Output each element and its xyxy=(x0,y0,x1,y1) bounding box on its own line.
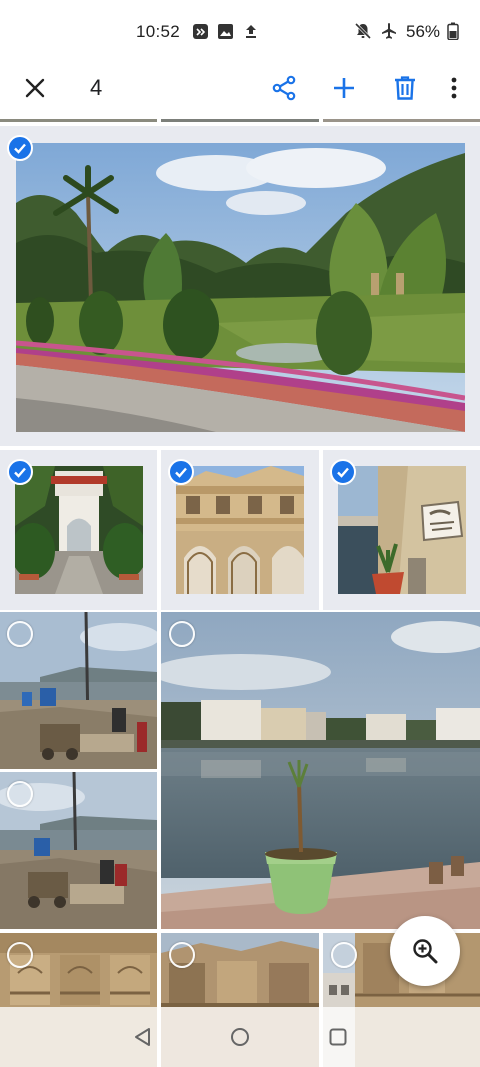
selected-check-icon[interactable] xyxy=(7,459,33,485)
delete-button[interactable] xyxy=(383,66,427,110)
status-bar: 10:52 56% xyxy=(0,0,480,62)
palace-arches-photo xyxy=(176,466,304,594)
photo-tile-partial[interactable] xyxy=(0,114,157,122)
more-options-button[interactable] xyxy=(432,66,476,110)
photo-tile-lake-plant[interactable] xyxy=(161,612,480,929)
selection-action-bar: 4 xyxy=(0,62,480,114)
unselected-check-icon[interactable] xyxy=(331,942,357,968)
image-icon xyxy=(216,22,234,40)
close-button[interactable] xyxy=(13,66,57,110)
selected-check-icon[interactable] xyxy=(330,459,356,485)
lakeside-plaque-photo xyxy=(338,466,466,594)
unselected-check-icon[interactable] xyxy=(169,942,195,968)
photo-tile-lakeside-plaque[interactable] xyxy=(323,450,480,610)
battery-percent: 56% xyxy=(406,22,441,41)
recents-icon xyxy=(329,1028,347,1046)
photo-tile-ghat-2[interactable] xyxy=(0,772,157,929)
photo-tile-garden[interactable] xyxy=(0,126,480,446)
photo-selection-screen: 10:52 56% 4 xyxy=(0,0,480,1067)
garden-photo xyxy=(16,143,465,432)
unselected-check-icon[interactable] xyxy=(7,781,33,807)
back-icon xyxy=(135,1028,150,1046)
share-icon xyxy=(272,75,296,101)
photo-tile-partial[interactable] xyxy=(161,114,319,122)
add-icon xyxy=(334,78,354,98)
photo-tile-ghat-1[interactable] xyxy=(0,612,157,769)
add-button[interactable] xyxy=(322,66,366,110)
recents-button[interactable] xyxy=(322,1021,354,1053)
selected-check-icon[interactable] xyxy=(7,135,33,161)
upload-icon xyxy=(242,22,260,40)
zoom-in-icon xyxy=(413,939,438,964)
share-button[interactable] xyxy=(262,66,306,110)
unselected-check-icon[interactable] xyxy=(169,621,195,647)
close-icon xyxy=(25,78,45,98)
photo-tile-partial[interactable] xyxy=(323,114,480,122)
temple-gate-photo xyxy=(15,466,143,594)
battery-icon xyxy=(444,22,462,40)
notifications-off-icon xyxy=(354,22,372,40)
delete-icon xyxy=(395,76,415,100)
back-button[interactable] xyxy=(127,1021,159,1053)
photo-tile-temple-gate[interactable] xyxy=(0,450,157,610)
home-icon xyxy=(231,1028,249,1046)
system-navigation-bar xyxy=(0,1007,480,1067)
more-vert-icon xyxy=(451,77,457,99)
selected-count: 4 xyxy=(90,75,103,100)
screen-record-icon xyxy=(191,22,209,40)
unselected-check-icon[interactable] xyxy=(7,942,33,968)
airplane-icon xyxy=(380,22,398,40)
selected-check-icon[interactable] xyxy=(168,459,194,485)
photo-tile-palace-arches[interactable] xyxy=(161,450,319,610)
zoom-in-button[interactable] xyxy=(390,916,460,986)
status-time: 10:52 xyxy=(136,22,181,41)
unselected-check-icon[interactable] xyxy=(7,621,33,647)
home-button[interactable] xyxy=(224,1021,256,1053)
